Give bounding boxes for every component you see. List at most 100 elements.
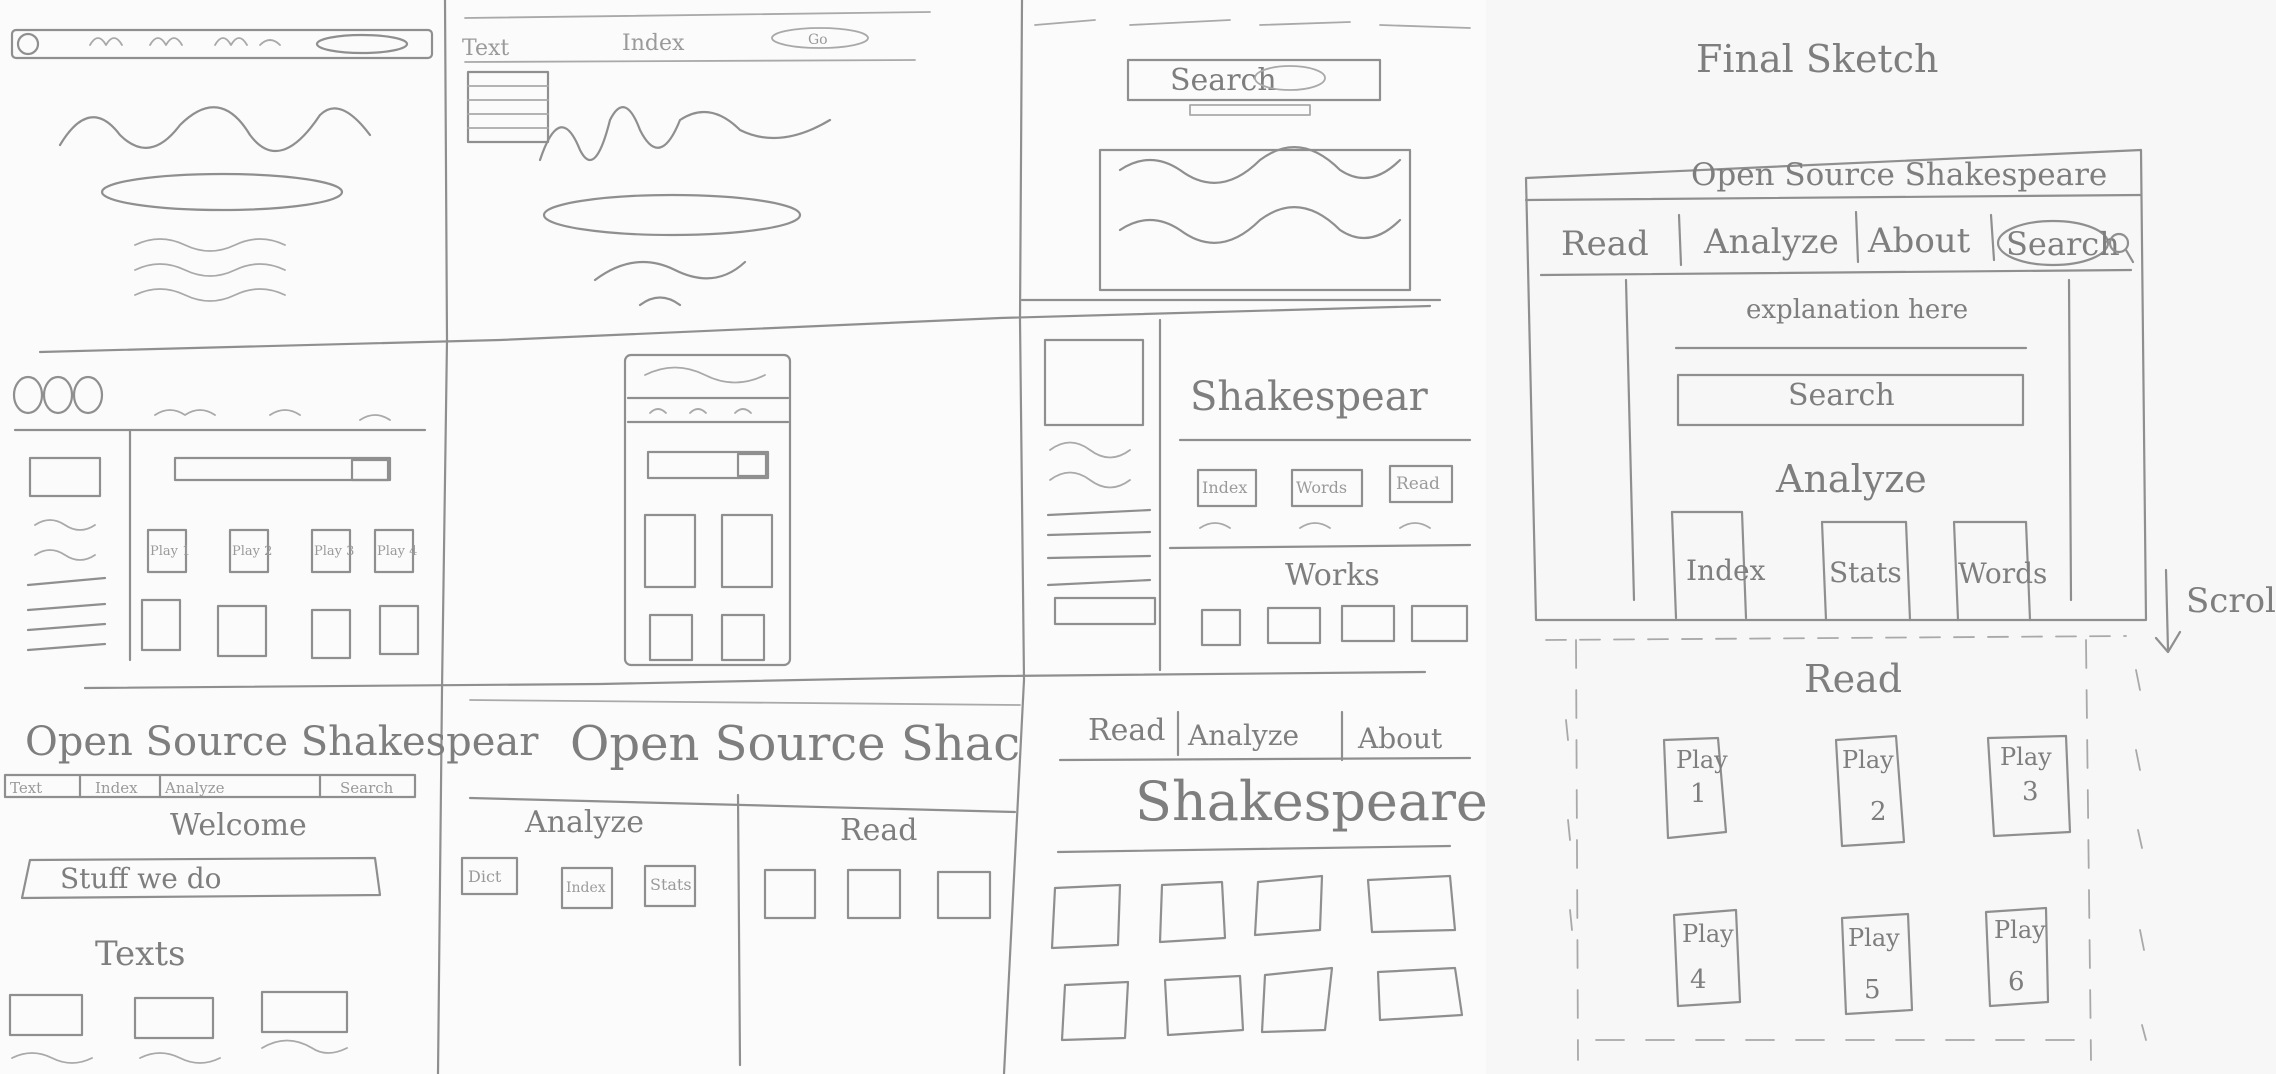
read-box-3 [936,870,992,920]
stats-label: Stats [650,875,692,894]
texts-heading: Texts [95,934,185,974]
phone-header-lines [626,396,790,424]
welcome-heading: Welcome [170,808,307,843]
nav-about[interactable]: About [1867,221,1971,261]
analyze-heading: Analyze [524,805,644,840]
text-scribble [134,238,286,302]
index-table [466,70,550,144]
read-box-2 [846,868,902,920]
stats-button[interactable]: Stats [1829,556,1902,589]
tab-index-label: Index [622,31,685,56]
index-table-rows [467,85,549,129]
title-scribble [538,106,832,162]
bottom-middle-title: Open Source Shac [570,716,1020,772]
sketch-sheet-drawing: Text Index Go Search Play 1 Play 2 Play … [3,0,1486,1074]
play-3-line1: Play [2000,743,2052,771]
logo-ring-2 [42,375,74,415]
works-heading: Works [1285,558,1380,593]
play-label-1: Play 1 [150,544,190,559]
read-box-1 [763,868,817,920]
nav-underline [1539,268,2133,277]
sketch-mid-left: Play 1 Play 2 Play 3 Play 4 [12,375,427,662]
site-title: Open Source Shakespeare [1691,157,2107,193]
works-box-4 [1410,604,1469,643]
scroll-label: Scroll [2186,581,2276,621]
box-6 [216,604,268,658]
phone-search-button [736,452,768,478]
play-1-line1: Play [1676,746,1728,774]
grid-line-horizontal-2 [83,670,1427,690]
panel-scribble-bottom [1118,206,1402,244]
nav-read[interactable]: Read [1561,224,1649,264]
title-underline [1056,844,1452,854]
phone-search [646,450,770,480]
nav-scribble [89,37,281,46]
play-4-line2: 4 [1690,965,1707,995]
below-fold-frame [1575,639,2092,1061]
play-3-line2: 3 [2022,777,2039,807]
nav-analyze: Analyze [1187,719,1299,752]
final-sketch-panel: Final Sketch Open Source Shakespeare Rea… [1486,0,2276,1074]
play-5-line1: Play [1848,924,1900,952]
words-button[interactable]: Words [1958,557,2047,590]
sidebar-scribble [34,519,96,561]
phone-nav-scribble [649,408,752,414]
explanation-text: explanation here [1746,295,1968,325]
phone-box-2 [720,513,774,589]
sidebar-lines [1046,508,1152,587]
nav-about: About [1357,722,1443,755]
dict-label: Dict [468,867,502,886]
play-label-2: Play 2 [232,544,272,559]
sidebar-box [1053,596,1157,626]
search-ellipse [100,172,344,212]
image-box [1043,338,1145,427]
bottom-left-title: Open Source Shakespear [25,719,539,765]
column-divider [736,793,742,1067]
bottom-right-title: Shakespeare [1135,770,1486,833]
nav-search[interactable]: Search [2006,225,2120,263]
text-captions [11,1039,348,1064]
scroll-arrow-icon [2154,568,2182,654]
index-label: Index [566,880,606,896]
sketch-sheet: Text Index Go Search Play 1 Play 2 Play … [0,0,1486,1074]
nav-text: Text [10,779,42,797]
play-6-line2: 6 [2008,967,2025,997]
search-input [173,456,392,482]
phone-box-4 [720,613,766,662]
sketch-top-left [10,28,434,302]
sidebar-box [28,456,102,498]
phone-box-1 [643,513,697,589]
sidebar-scribble [1049,441,1131,489]
text-box-2 [133,996,215,1040]
sidebar-lines [26,576,107,652]
sketch-bottom-right: Read Analyze About Shakespeare [1050,710,1486,1042]
nav-analyze[interactable]: Analyze [1703,222,1839,262]
margin-ticks [1565,669,2147,1041]
header-line [464,11,931,19]
grid-line-vertical-1 [436,0,449,1074]
final-sketch-drawing: Final Sketch Open Source Shakespeare Rea… [1524,37,2276,1061]
grid-line-horizontal-1 [38,304,1432,354]
stuff-text: Stuff we do [60,862,221,895]
read-label: Read [1396,474,1440,494]
button-caption-scribble [1199,522,1431,529]
subheader-line [464,59,916,63]
text-scribble [593,260,747,307]
title-scribble [58,106,372,152]
panel-scribble-top [1118,146,1402,184]
sketch-bottom-left: Open Source Shakespear Text Index Analyz… [3,719,539,1064]
grid-line-vertical-2 [1002,0,1026,1074]
search-input-label: Search [1788,378,1895,413]
sketch-mid-middle [623,353,792,667]
search-underbox [1189,104,1311,116]
search-button [350,458,390,482]
title-divider [1524,193,2143,202]
index-button[interactable]: Index [1686,554,1766,587]
nav-divider-3 [1989,213,1996,262]
play-2-line2: 2 [1870,797,1887,827]
logo-ring-1 [12,375,44,415]
works-box-3 [1340,604,1396,643]
play-2-line1: Play [1842,746,1894,774]
analyze-heading: Analyze [1775,457,1927,501]
analyze-button-tops [1670,510,2028,524]
